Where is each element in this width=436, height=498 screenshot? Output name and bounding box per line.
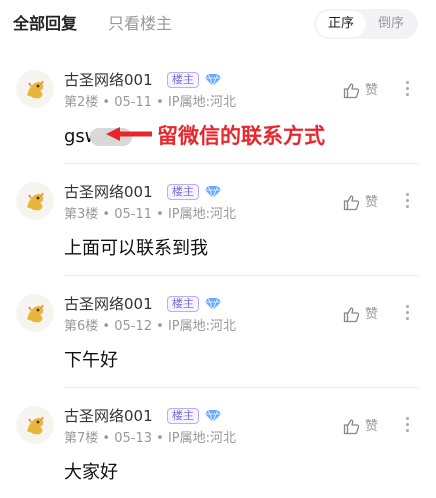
like-label: 赞 [365, 83, 379, 98]
more-options-icon[interactable] [406, 305, 410, 323]
username[interactable]: 古圣网络001 [64, 70, 153, 90]
diamond-icon [205, 298, 221, 310]
reply-date: 05-13 [114, 431, 152, 446]
diamond-icon [205, 74, 221, 86]
floor-number: 第6楼 [64, 319, 99, 334]
like-button[interactable]: 赞 [343, 418, 383, 438]
divider [64, 163, 419, 164]
tab-all-replies[interactable]: 全部回复 [13, 14, 77, 34]
reply-content: 下午好 [64, 350, 118, 371]
reply-date: 05-11 [114, 95, 152, 110]
sort-toggle: 正序 倒序 [314, 9, 418, 39]
ip-location: IP属地:河北 [167, 431, 236, 446]
reply-item: 古圣网络001 楼主 第6楼 • 05-12 • IP属地:河北 赞 下午好 [0, 294, 436, 406]
username[interactable]: 古圣网络001 [64, 406, 153, 426]
avatar[interactable] [16, 70, 54, 108]
username[interactable]: 古圣网络001 [64, 182, 153, 202]
more-options-icon[interactable] [406, 417, 410, 435]
thumbs-up-icon [343, 83, 360, 99]
reply-header: 全部回复 只看楼主 正序 倒序 [0, 0, 436, 48]
thumbs-up-icon [343, 419, 360, 435]
reply-item: 古圣网络001 楼主 第3楼 • 05-11 • IP属地:河北 赞 上面可以联… [0, 182, 436, 294]
reply-meta: 第3楼 • 05-11 • IP属地:河北 [64, 206, 236, 224]
ip-location: IP属地:河北 [167, 95, 236, 110]
meta-separator: • [98, 319, 115, 334]
op-badge: 楼主 [167, 72, 199, 88]
arrow-left-icon [106, 127, 152, 141]
sort-asc-button[interactable]: 正序 [316, 11, 366, 37]
op-badge: 楼主 [167, 408, 199, 424]
floor-number: 第2楼 [64, 95, 99, 110]
sort-desc-button[interactable]: 倒序 [366, 11, 416, 37]
op-badge: 楼主 [167, 184, 199, 200]
ip-location: IP属地:河北 [167, 207, 236, 222]
meta-separator: • [152, 319, 168, 334]
avatar[interactable] [16, 294, 54, 332]
avatar[interactable] [16, 182, 54, 220]
more-options-icon[interactable] [406, 81, 410, 99]
avatar[interactable] [16, 406, 54, 444]
reply-meta: 第2楼 • 05-11 • IP属地:河北 [64, 94, 236, 112]
like-label: 赞 [365, 419, 379, 434]
like-button[interactable]: 赞 [343, 82, 383, 102]
meta-separator: • [152, 207, 168, 222]
op-badge: 楼主 [167, 296, 199, 312]
floor-number: 第3楼 [64, 207, 99, 222]
meta-separator: • [98, 431, 115, 446]
meta-separator: • [152, 431, 168, 446]
annotation-text: 留微信的联系方式 [157, 124, 325, 148]
like-label: 赞 [365, 195, 379, 210]
more-options-icon[interactable] [406, 193, 410, 211]
thumbs-up-icon [343, 307, 360, 323]
meta-separator: • [98, 207, 115, 222]
reply-content: 大家好 [64, 462, 118, 483]
divider [64, 275, 419, 276]
floor-number: 第7楼 [64, 431, 99, 446]
like-label: 赞 [365, 307, 379, 322]
reply-date: 05-11 [114, 207, 152, 222]
reply-item: 古圣网络001 楼主 第7楼 • 05-13 • IP属地:河北 赞 大家好 [0, 406, 436, 498]
divider [64, 387, 419, 388]
like-button[interactable]: 赞 [343, 306, 383, 326]
reply-content: 上面可以联系到我 [64, 238, 208, 259]
ip-location: IP属地:河北 [167, 319, 236, 334]
reply-date: 05-12 [114, 319, 152, 334]
meta-separator: • [98, 95, 115, 110]
like-button[interactable]: 赞 [343, 194, 383, 214]
diamond-icon [205, 410, 221, 422]
diamond-icon [205, 186, 221, 198]
username[interactable]: 古圣网络001 [64, 294, 153, 314]
tab-only-op[interactable]: 只看楼主 [108, 14, 172, 34]
meta-separator: • [152, 95, 168, 110]
thumbs-up-icon [343, 195, 360, 211]
reply-meta: 第6楼 • 05-12 • IP属地:河北 [64, 318, 236, 336]
reply-meta: 第7楼 • 05-13 • IP属地:河北 [64, 430, 236, 448]
